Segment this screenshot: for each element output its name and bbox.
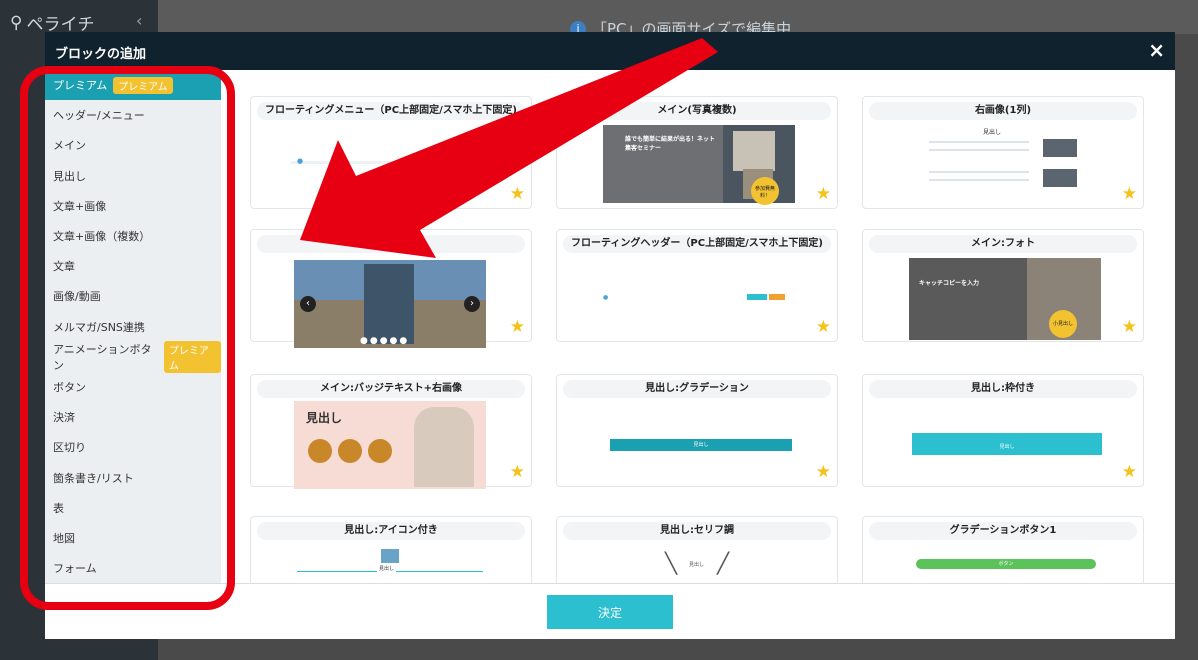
annotation-arrow	[300, 38, 718, 258]
